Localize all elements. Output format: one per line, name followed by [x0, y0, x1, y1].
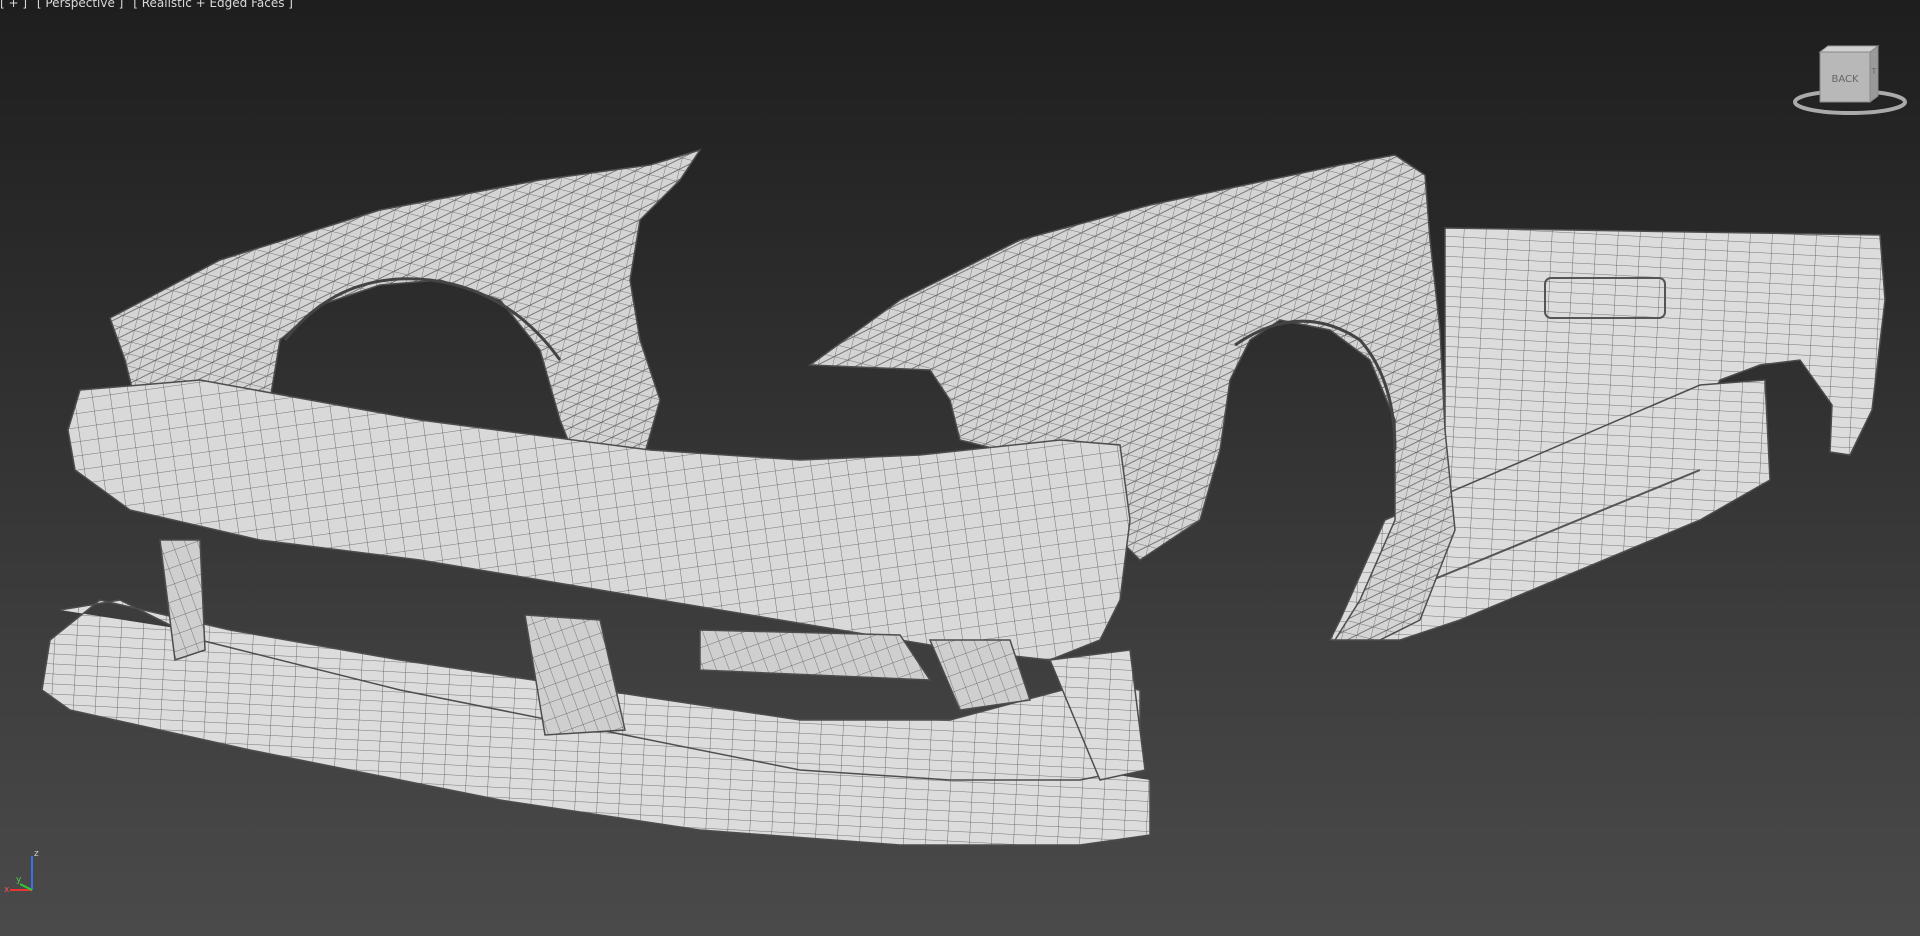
viewcube-side-label: T [1871, 67, 1877, 76]
car-bodykit-mesh[interactable] [0, 0, 1920, 936]
svg-text:y: y [16, 875, 22, 885]
axis-tripod-icon: z x y [2, 844, 52, 895]
3d-viewport[interactable]: [ + ] [ Perspective ] [ Realistic + Edge… [0, 0, 1920, 936]
viewcube-face-label: BACK [1831, 74, 1859, 85]
front-bumper-mesh[interactable] [41, 379, 1151, 846]
svg-text:z: z [34, 849, 39, 859]
viewcube-widget[interactable]: BACK T [1790, 40, 1910, 120]
svg-text:x: x [4, 885, 10, 894]
